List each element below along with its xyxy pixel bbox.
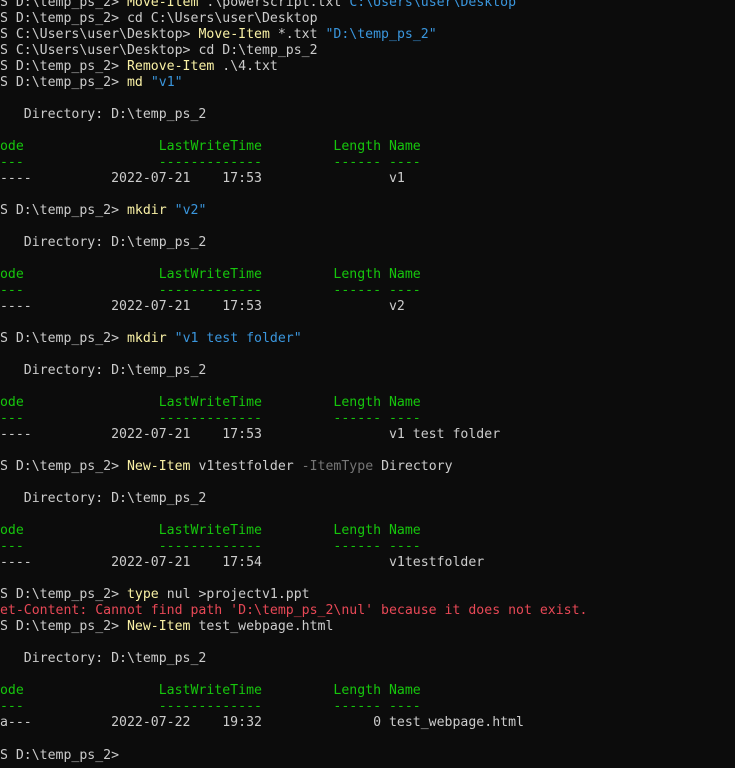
table-header-line: ---- ------------- ------ ---- <box>0 539 421 554</box>
command-line: PS C:\Users\user\Desktop> cd D:\temp_ps_… <box>0 43 735 59</box>
terminal-window[interactable]: PS D:\temp_ps_2> Move-Item .\powerscript… <box>0 0 735 768</box>
prompt: PS D:\temp_ps_2> <box>0 748 127 763</box>
prompt: PS C:\Users\user\Desktop> <box>0 43 199 58</box>
table-header-line: ---- ------------- ------ ---- <box>0 283 421 298</box>
argument: .\powerscript.txt <box>198 0 350 10</box>
text-cursor[interactable] <box>127 747 135 761</box>
prompt: PS D:\temp_ps_2> <box>0 203 127 218</box>
argument: cd C:\Users\user\Desktop <box>126 11 318 26</box>
argument: nul >projectv1.ppt <box>158 587 310 602</box>
output-line: Directory: D:\temp_ps_2 <box>0 107 207 122</box>
output-line: d---- 2022-07-21 17:54 v1testfolder <box>0 555 485 570</box>
prompt: PS C:\Users\user\Desktop> <box>0 27 199 42</box>
command-line: PS D:\temp_ps_2> mkdir "v1 test folder" <box>0 331 735 347</box>
table-header-line: Mode LastWriteTime Length Name <box>0 139 421 154</box>
output-line: Directory: D:\temp_ps_2 <box>0 363 207 378</box>
output-line: d---- 2022-07-21 17:53 v1 <box>0 171 405 186</box>
command-line: PS D:\temp_ps_2> type nul >projectv1.ppt <box>0 587 735 603</box>
prompt: PS D:\temp_ps_2> <box>0 587 127 602</box>
argument: test_webpage.html <box>190 619 334 634</box>
argument: Directory <box>373 459 453 474</box>
output-line: d---- 2022-07-21 17:53 v2 <box>0 299 405 314</box>
command-name: mkdir <box>126 203 167 218</box>
table-header-line: Mode LastWriteTime Length Name <box>0 683 421 698</box>
table-header-line: ---- ------------- ------ ---- <box>0 155 421 170</box>
argument <box>167 331 175 346</box>
command-line: PS D:\temp_ps_2> New-Item v1testfolder -… <box>0 459 735 475</box>
string-argument: "v1" <box>150 75 183 90</box>
command-line: PS D:\temp_ps_2> New-Item test_webpage.h… <box>0 619 735 635</box>
prompt: PS D:\temp_ps_2> <box>0 619 127 634</box>
output-line: -a--- 2022-07-22 19:32 0 test_webpage.ht… <box>0 715 524 730</box>
command-name: Move-Item <box>198 27 270 42</box>
output-line: Directory: D:\temp_ps_2 <box>0 651 207 666</box>
error-message: Get-Content: Cannot find path 'D:\temp_p… <box>0 603 588 618</box>
command-line: PS D:\temp_ps_2> mkdir "v2" <box>0 203 735 219</box>
argument: v1testfolder <box>190 459 302 474</box>
prompt: PS D:\temp_ps_2> <box>0 331 127 346</box>
table-header-line: ---- ------------- ------ ---- <box>0 411 421 426</box>
table-header-line: Mode LastWriteTime Length Name <box>0 267 421 282</box>
table-header-line: Mode LastWriteTime Length Name <box>0 395 421 410</box>
parameter: -ItemType <box>301 459 374 474</box>
string-argument: C:\Users\user\Desktop <box>349 0 517 10</box>
command-name: md <box>126 75 143 90</box>
string-argument: "v1 test folder" <box>174 331 302 346</box>
command-line: PS D:\temp_ps_2> md "v1" <box>0 75 735 91</box>
argument <box>167 203 175 218</box>
prompt: PS D:\temp_ps_2> <box>0 11 127 26</box>
command-name: New-Item <box>126 459 191 474</box>
output-line: d---- 2022-07-21 17:53 v1 test folder <box>0 427 501 442</box>
argument <box>143 75 151 90</box>
prompt: PS D:\temp_ps_2> <box>0 459 127 474</box>
command-line: PS D:\temp_ps_2> Remove-Item .\4.txt <box>0 59 735 75</box>
command-line: PS D:\temp_ps_2> cd C:\Users\user\Deskto… <box>0 11 735 27</box>
table-header-line: Mode LastWriteTime Length Name <box>0 523 421 538</box>
argument: cd D:\temp_ps_2 <box>198 43 318 58</box>
command-name: New-Item <box>126 619 191 634</box>
command-name: Move-Item <box>126 0 199 10</box>
terminal-output: PS D:\temp_ps_2> Move-Item .\powerscript… <box>0 0 735 763</box>
command-name: type <box>126 587 159 602</box>
command-line: PS D:\temp_ps_2> <box>0 747 735 763</box>
table-header-line: ---- ------------- ------ ---- <box>0 699 421 714</box>
string-argument: "D:\temp_ps_2" <box>325 27 437 42</box>
prompt: PS D:\temp_ps_2> <box>0 0 127 10</box>
prompt: PS D:\temp_ps_2> <box>0 75 127 90</box>
command-line: PS C:\Users\user\Desktop> Move-Item *.tx… <box>0 27 735 43</box>
argument: *.txt <box>269 27 326 42</box>
command-name: mkdir <box>126 331 167 346</box>
string-argument: "v2" <box>174 203 207 218</box>
command-line: PS D:\temp_ps_2> Move-Item .\powerscript… <box>0 0 735 11</box>
command-name: Remove-Item <box>126 59 215 74</box>
argument: .\4.txt <box>214 59 278 74</box>
output-line: Directory: D:\temp_ps_2 <box>0 235 207 250</box>
prompt: PS D:\temp_ps_2> <box>0 59 127 74</box>
output-line: Directory: D:\temp_ps_2 <box>0 491 207 506</box>
